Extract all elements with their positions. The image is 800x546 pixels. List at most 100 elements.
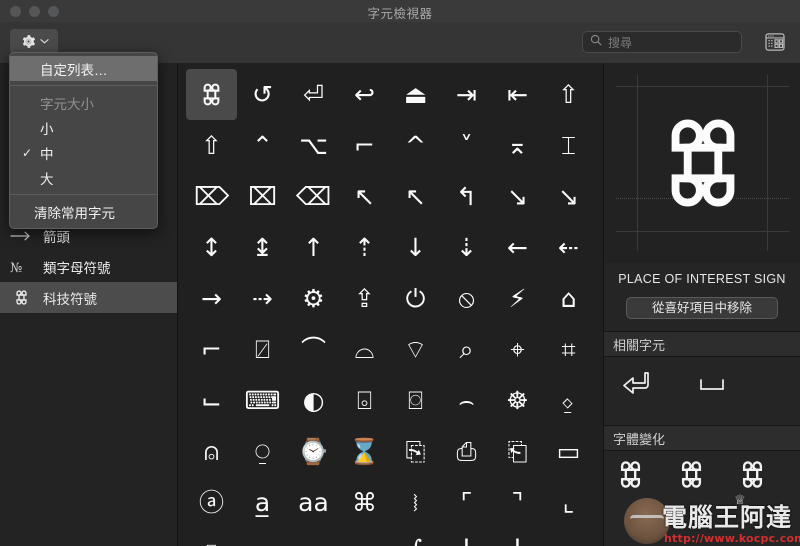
- character-cell[interactable]: ⌐: [339, 120, 390, 171]
- character-cell[interactable]: ↓: [390, 222, 441, 273]
- character-cell[interactable]: [186, 69, 237, 120]
- character-cell[interactable]: ↖: [339, 171, 390, 222]
- character-cell[interactable]: ↨: [237, 222, 288, 273]
- character-cell[interactable]: ←: [492, 222, 543, 273]
- character-cell[interactable]: ⌦: [186, 171, 237, 222]
- character-cell[interactable]: ⌚: [288, 426, 339, 477]
- character-cell[interactable]: ⌐: [339, 528, 390, 546]
- menu-item-size-large[interactable]: 大: [10, 165, 157, 190]
- character-cell[interactable]: ⌔: [390, 324, 441, 375]
- character-cell[interactable]: ⌃: [237, 120, 288, 171]
- character-cell[interactable]: ⏻: [390, 273, 441, 324]
- sidebar-item-technical[interactable]: 科技符號: [0, 282, 177, 313]
- character-cell[interactable]: ⌕: [441, 324, 492, 375]
- character-cell[interactable]: ⦸: [441, 273, 492, 324]
- character-cell[interactable]: ⌝: [492, 477, 543, 528]
- character-cell[interactable]: ⇧: [543, 69, 594, 120]
- variation-glyph[interactable]: [614, 458, 647, 496]
- character-cell[interactable]: ⍝: [186, 426, 237, 477]
- character-cell[interactable]: ↑: [288, 222, 339, 273]
- character-cell[interactable]: ▭: [543, 426, 594, 477]
- character-cell[interactable]: ↖: [390, 171, 441, 222]
- character-cell[interactable]: ⇢: [237, 273, 288, 324]
- character-cell[interactable]: ⌡: [492, 528, 543, 546]
- character-cell[interactable]: ⌐: [186, 324, 237, 375]
- character-cell[interactable]: ⌐: [237, 528, 288, 546]
- variation-glyph[interactable]: [675, 458, 708, 496]
- character-cell[interactable]: ⚙: [288, 273, 339, 324]
- character-cell[interactable]: ⚡: [492, 273, 543, 324]
- character-cell[interactable]: ¬: [288, 528, 339, 546]
- character-cell[interactable]: ⇧: [186, 120, 237, 171]
- character-cell[interactable]: ⏎: [288, 69, 339, 120]
- character-cell[interactable]: ⌧: [237, 171, 288, 222]
- character-cell[interactable]: ⌨: [237, 375, 288, 426]
- search-field[interactable]: 搜尋: [582, 31, 742, 53]
- menu-item-label: 字元大小: [40, 96, 94, 112]
- character-cell[interactable]: aa: [288, 477, 339, 528]
- character-cell[interactable]: ↕: [186, 222, 237, 273]
- character-cell[interactable]: ⌢: [543, 528, 594, 546]
- character-cell[interactable]: ⎙: [441, 426, 492, 477]
- sidebar-item-letterlike[interactable]: № 類字母符號: [0, 251, 177, 282]
- character-cell[interactable]: ⎗: [492, 426, 543, 477]
- character-cell[interactable]: ◐: [288, 375, 339, 426]
- settings-menu-button[interactable]: [10, 29, 58, 54]
- character-cell[interactable]: ⌶: [543, 120, 594, 171]
- character-cell[interactable]: ⌢: [441, 375, 492, 426]
- character-cell[interactable]: ⌅: [492, 120, 543, 171]
- character-cell[interactable]: ⌓: [339, 324, 390, 375]
- related-character-space-icon[interactable]: [692, 365, 732, 405]
- menu-item-clear-frequent[interactable]: 清除常用字元: [10, 199, 157, 224]
- character-cell[interactable]: ↰: [441, 171, 492, 222]
- character-cell[interactable]: ⌞: [543, 477, 594, 528]
- character-cell[interactable]: ⌼: [390, 375, 441, 426]
- menu-item-size-medium[interactable]: ✓ 中: [10, 140, 157, 165]
- character-cell[interactable]: ⇥: [441, 69, 492, 120]
- character-cell[interactable]: ^: [390, 120, 441, 171]
- character-cell[interactable]: ⇪: [339, 273, 390, 324]
- character-cell[interactable]: ⌙: [186, 375, 237, 426]
- character-cell[interactable]: ⌠: [390, 528, 441, 546]
- character-cell[interactable]: a̲: [237, 477, 288, 528]
- character-cell[interactable]: ⌫: [288, 171, 339, 222]
- character-cell[interactable]: ⌖: [492, 324, 543, 375]
- character-cell[interactable]: ↺: [237, 69, 288, 120]
- character-cell[interactable]: ⌘: [339, 477, 390, 528]
- search-input[interactable]: 搜尋: [608, 34, 632, 51]
- character-grid-pane[interactable]: ↺ ⏎ ↩ ⏏ ⇥ ⇤ ⇧ ⇧ ⌃ ⌥ ⌐ ^ ˅ ⌅ ⌶ ⌦ ⌧ ⌫ ↖ ↖ ↰ ↘ ↘ ↕ ↨ ↑ ⇡ ↓ ⇣ ← ⇠ → ⇢ ⚙ ⇪ ⏻ ⦸ ⚡ ⌂ ⌐…: [178, 63, 603, 546]
- character-cell[interactable]: ↩: [339, 69, 390, 120]
- chevron-down-icon: [39, 38, 49, 45]
- remove-favorite-button[interactable]: 從喜好項目中移除: [626, 297, 778, 319]
- character-cell[interactable]: ⍜: [237, 426, 288, 477]
- character-cell[interactable]: ⌷: [186, 528, 237, 546]
- character-cell[interactable]: ⌡: [441, 528, 492, 546]
- character-cell[interactable]: ⌛: [339, 426, 390, 477]
- character-cell[interactable]: ☸: [492, 375, 543, 426]
- character-cell[interactable]: ⏏: [390, 69, 441, 120]
- menu-item-customize-list[interactable]: 自定列表…: [10, 56, 157, 81]
- character-cell[interactable]: ⌥: [288, 120, 339, 171]
- related-character-return-icon[interactable]: [618, 365, 658, 405]
- character-cell[interactable]: ⇤: [492, 69, 543, 120]
- character-cell[interactable]: ⓐ: [186, 477, 237, 528]
- character-cell[interactable]: ↘: [543, 171, 594, 222]
- character-cell[interactable]: ⇡: [339, 222, 390, 273]
- character-cell[interactable]: ˅: [441, 120, 492, 171]
- character-cell[interactable]: ⌂: [543, 273, 594, 324]
- variation-glyph[interactable]: [736, 458, 769, 496]
- character-cell[interactable]: ⌒: [288, 324, 339, 375]
- character-cell[interactable]: ⌜: [441, 477, 492, 528]
- character-cell[interactable]: →: [186, 273, 237, 324]
- character-cell[interactable]: ⇠: [543, 222, 594, 273]
- character-cell[interactable]: ⎘: [390, 426, 441, 477]
- character-cell[interactable]: ⌻: [339, 375, 390, 426]
- character-cell[interactable]: ⍁: [237, 324, 288, 375]
- character-cell[interactable]: ⌗: [543, 324, 594, 375]
- menu-item-size-small[interactable]: 小: [10, 115, 157, 140]
- character-viewer-icon[interactable]: [762, 30, 788, 54]
- character-cell[interactable]: ↘: [492, 171, 543, 222]
- character-cell[interactable]: ⍚: [543, 375, 594, 426]
- character-cell[interactable]: ⧘: [390, 477, 441, 528]
- character-cell[interactable]: ⇣: [441, 222, 492, 273]
